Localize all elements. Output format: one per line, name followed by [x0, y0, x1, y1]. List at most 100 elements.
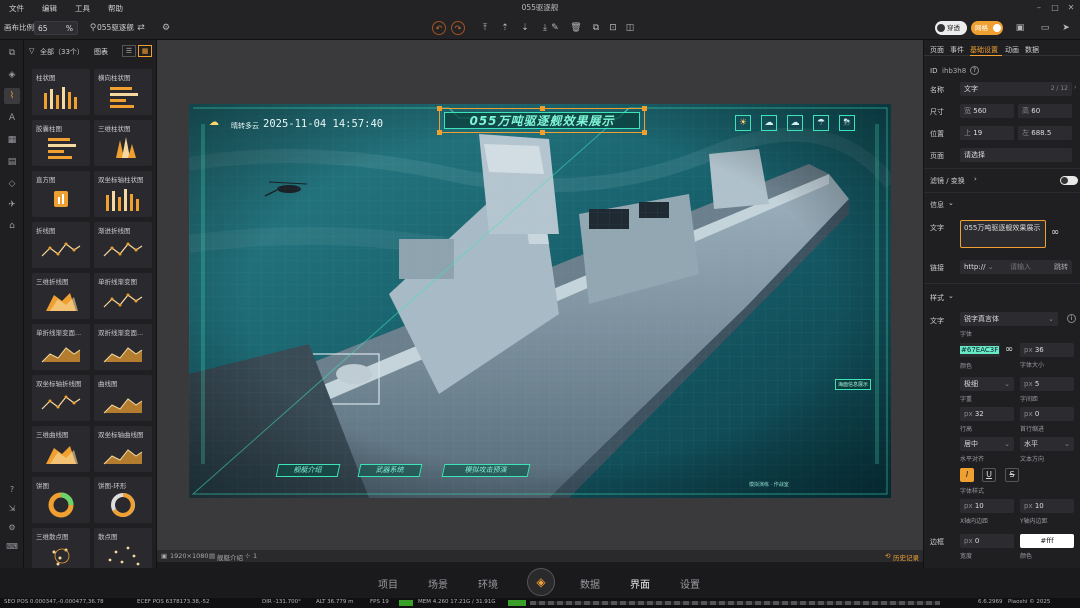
resize-handle[interactable]	[437, 106, 442, 111]
left-input[interactable]: 左 688.5	[1018, 126, 1072, 140]
media-icon[interactable]: ▤	[4, 154, 20, 170]
menu-tools[interactable]: 工具	[66, 3, 99, 14]
publish-icon[interactable]: ➤	[1059, 21, 1073, 35]
help-icon[interactable]: ?	[4, 482, 20, 498]
tab-animation[interactable]: 动画	[1005, 45, 1019, 55]
tab-basic-settings[interactable]: 基础设置	[970, 45, 998, 55]
padding-x-input[interactable]: px 10	[960, 499, 1014, 513]
keyboard-icon[interactable]: ⌨	[4, 539, 20, 555]
style-section-label[interactable]: 样式	[930, 293, 944, 303]
brush-icon[interactable]: ✎	[548, 21, 562, 35]
chart-card[interactable]: 三维柱状图	[94, 120, 152, 166]
resize-handle[interactable]	[642, 106, 647, 111]
timeline-track[interactable]	[530, 601, 940, 605]
resize-handle[interactable]	[540, 130, 545, 135]
ship-intro-button[interactable]: 舰艇介绍	[275, 464, 341, 477]
link-input[interactable]: http:// ⌄ 请输入 跳转	[960, 260, 1072, 274]
maximize-icon[interactable]: □	[1050, 3, 1060, 13]
resize-handle[interactable]	[437, 130, 442, 135]
text-direction-select[interactable]: 水平 ⌄	[1020, 437, 1074, 451]
nav-scene[interactable]: 场景	[428, 576, 448, 591]
info-icon[interactable]: i	[1067, 314, 1076, 323]
undo-icon[interactable]: ↶	[432, 21, 446, 35]
plane-icon[interactable]: ✈	[4, 197, 20, 213]
filter-icon[interactable]: ▽	[29, 47, 34, 55]
selected-title-frame[interactable]: 055万吨驱逐舰效果展示	[437, 106, 647, 135]
cloud-icon[interactable]: ☁	[787, 115, 803, 131]
chart-card[interactable]: 单折线渐变图	[94, 273, 152, 319]
resize-handle[interactable]	[540, 106, 545, 111]
list-view-icon[interactable]: ☰	[122, 45, 136, 57]
redo-icon[interactable]: ↷	[451, 21, 465, 35]
delete-icon[interactable]: 🗑	[569, 21, 583, 35]
minimize-icon[interactable]: –	[1034, 3, 1044, 13]
width-input[interactable]: 宽 560	[960, 104, 1014, 118]
chart-card[interactable]: 双坐标轴折线图	[32, 375, 90, 421]
border-width-input[interactable]: px 0	[960, 534, 1014, 548]
link-protocol[interactable]: http://	[964, 263, 985, 271]
lock-icon[interactable]: ⊡	[606, 21, 620, 35]
info-section-label[interactable]: 信息	[930, 200, 944, 210]
sun-weather-icon[interactable]: ☀	[735, 115, 751, 131]
shapes-icon[interactable]: ◇	[4, 176, 20, 192]
font-weight-select[interactable]: 极细 ⌄	[960, 377, 1014, 391]
attack-drill-button[interactable]: 模拟攻击预演	[441, 464, 531, 477]
visible-icon[interactable]: ◫	[623, 21, 637, 35]
nav-interface[interactable]: 界面	[630, 576, 650, 591]
chart-card[interactable]: 饼图	[32, 477, 90, 523]
padding-y-input[interactable]: px 10	[1020, 499, 1074, 513]
border-color-input[interactable]: #fff	[1020, 534, 1074, 548]
move-up-icon[interactable]: ⇡	[498, 21, 512, 35]
scene-canvas[interactable]: ☁ 晴转多云 2025-11-04 14:57:40 055万吨驱逐舰效果展示 …	[189, 104, 891, 498]
chart-card[interactable]: 三维折线图	[32, 273, 90, 319]
move-down-icon[interactable]: ⇣	[518, 21, 532, 35]
chart-card[interactable]: 曲线图	[94, 375, 152, 421]
rain-icon[interactable]: ☂	[813, 115, 829, 131]
nav-project[interactable]: 项目	[378, 576, 398, 591]
component-icon[interactable]: ⧉	[4, 45, 20, 61]
toggle-transparent[interactable]: 穿透	[935, 21, 967, 35]
letter-spacing-input[interactable]: px 5	[1020, 377, 1074, 391]
font-size-input[interactable]: px 36	[1020, 343, 1074, 357]
filter-transform-label[interactable]: 滤镜 / 变换	[930, 176, 965, 186]
strikethrough-icon[interactable]: S	[1005, 468, 1019, 482]
chart-card[interactable]: 双折线渐变面...	[94, 324, 152, 370]
copy-icon[interactable]: ⧉	[589, 21, 603, 35]
link-binding-icon[interactable]: ∞	[1048, 226, 1062, 240]
nav-settings[interactable]: 设置	[680, 576, 700, 591]
name-input[interactable]: 文字 2 / 12	[960, 82, 1072, 96]
library-tab-charts[interactable]: 图表	[94, 47, 108, 57]
chart-card[interactable]: 柱状图	[32, 69, 90, 115]
filter-toggle[interactable]	[1060, 176, 1078, 185]
height-input[interactable]: 高 60	[1018, 104, 1072, 118]
project-name[interactable]: 055驱逐舰	[97, 21, 134, 35]
italic-icon[interactable]: I	[960, 468, 974, 482]
tab-data[interactable]: 数据	[1025, 45, 1039, 55]
chart-card[interactable]: 直方图	[32, 171, 90, 217]
tab-page[interactable]: 页面	[930, 45, 944, 55]
library-filter[interactable]: 全部（33个）	[40, 47, 84, 57]
collapse-icon[interactable]: ›	[1074, 84, 1076, 91]
export-icon[interactable]: ⇲	[4, 501, 20, 517]
text-content-input[interactable]: 055万吨驱逐舰效果展示	[960, 220, 1046, 248]
chart-card[interactable]: 双坐标轴曲线图	[94, 426, 152, 472]
text-indent-input[interactable]: px 0	[1020, 407, 1074, 421]
link-jump[interactable]: 跳转	[1054, 260, 1068, 274]
nav-environment[interactable]: 环境	[478, 576, 498, 591]
partly-cloudy-icon[interactable]: ☁	[761, 115, 777, 131]
color-input[interactable]: #67EAC3F	[960, 343, 1000, 357]
top-input[interactable]: 上 19	[960, 126, 1014, 140]
table-icon[interactable]: ▦	[4, 132, 20, 148]
tab-events[interactable]: 事件	[950, 45, 964, 55]
storm-icon[interactable]: ⛈	[839, 115, 855, 131]
chart-card[interactable]: 三维曲线图	[32, 426, 90, 472]
text-icon[interactable]: A	[4, 110, 20, 126]
history-link[interactable]: 历史记录	[893, 552, 919, 562]
chart-card[interactable]: 折线图	[32, 222, 90, 268]
menu-file[interactable]: 文件	[0, 3, 33, 14]
chart-card[interactable]: 饼图-环形	[94, 477, 152, 523]
chart-card[interactable]: 单折线渐变面...	[32, 324, 90, 370]
chart-card[interactable]: 散点图	[94, 528, 152, 568]
weapon-system-button[interactable]: 武器系统	[357, 464, 423, 477]
nav-data[interactable]: 数据	[580, 576, 600, 591]
